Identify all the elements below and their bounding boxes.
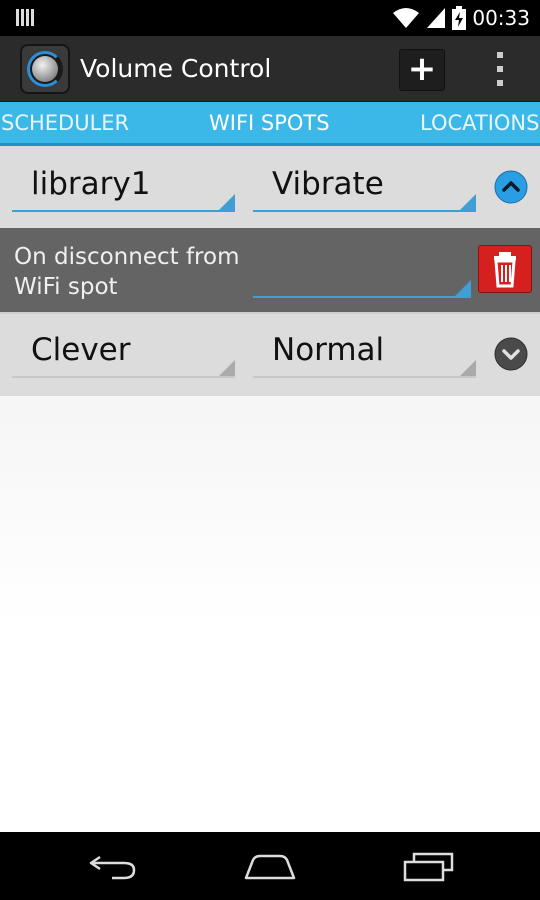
wifi-spots-list: library1 Vibrate On disconnect from WiFi… xyxy=(0,146,540,832)
wifi-spot-value: library1 xyxy=(31,166,151,202)
navigation-bar xyxy=(0,832,540,900)
status-icons: 00:33 xyxy=(392,6,530,30)
disconnect-action-spinner[interactable] xyxy=(253,250,471,298)
spinner-indicator xyxy=(219,360,235,376)
cell-signal-icon xyxy=(427,8,446,28)
add-button[interactable]: + xyxy=(399,49,445,91)
volume-knob-icon[interactable] xyxy=(20,44,70,94)
spinner-indicator xyxy=(455,280,471,296)
sound-mode-spinner[interactable]: Normal xyxy=(253,330,476,378)
overflow-menu-icon[interactable] xyxy=(488,50,512,90)
wifi-icon xyxy=(393,8,420,28)
list-item: library1 Vibrate xyxy=(0,146,540,228)
recent-apps-icon[interactable] xyxy=(402,852,454,886)
wifi-spot-spinner[interactable]: Clever xyxy=(12,330,235,378)
spinner-indicator xyxy=(460,360,476,376)
tab-scheduler[interactable]: SCHEDULER xyxy=(1,111,129,135)
sound-mode-value: Vibrate xyxy=(272,166,384,202)
expand-button[interactable] xyxy=(494,337,528,371)
chevron-up-icon xyxy=(494,170,528,204)
disconnect-label: On disconnect from WiFi spot xyxy=(14,244,240,300)
trash-icon xyxy=(494,252,516,288)
list-item: Clever Normal xyxy=(0,312,540,396)
expanded-panel: On disconnect from WiFi spot xyxy=(0,228,540,312)
tab-bar: SCHEDULER WIFI SPOTS LOCATIONS xyxy=(0,102,540,146)
spinner-indicator xyxy=(219,194,235,210)
knob xyxy=(32,56,58,82)
wifi-spot-value: Clever xyxy=(31,332,131,368)
wifi-spot-spinner[interactable]: library1 xyxy=(12,164,235,212)
action-bar: Volume Control + xyxy=(0,36,540,102)
tab-wifi-spots[interactable]: WIFI SPOTS xyxy=(209,111,330,135)
collapse-button[interactable] xyxy=(494,170,528,204)
home-icon[interactable] xyxy=(243,852,297,886)
sound-mode-value: Normal xyxy=(272,332,385,368)
battery-charging-icon xyxy=(452,6,467,30)
sound-mode-spinner[interactable]: Vibrate xyxy=(253,164,476,212)
status-time: 00:33 xyxy=(472,6,530,30)
spinner-indicator xyxy=(460,194,476,210)
back-icon[interactable] xyxy=(88,852,138,886)
signal-bars-icon xyxy=(16,9,34,26)
delete-button[interactable] xyxy=(478,245,532,293)
chevron-down-icon xyxy=(494,337,528,371)
app-title: Volume Control xyxy=(80,54,272,83)
status-bar: 00:33 xyxy=(0,0,540,36)
tab-locations[interactable]: LOCATIONS xyxy=(420,111,539,135)
